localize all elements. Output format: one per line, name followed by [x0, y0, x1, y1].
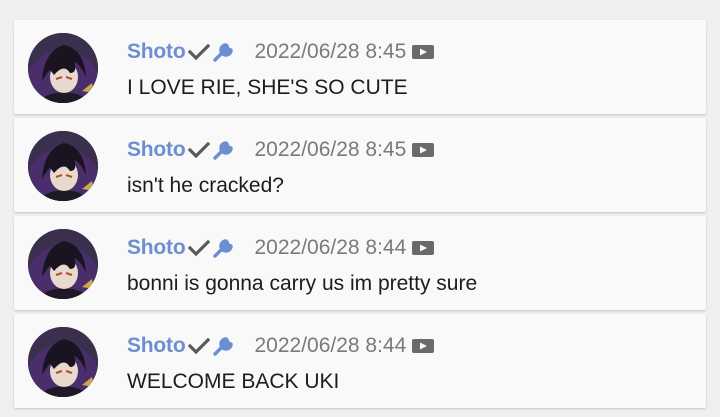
comment-header: Shoto 2022/06/28 8:44: [127, 333, 435, 359]
comment-header: Shoto 2022/06/28 8:44: [127, 235, 435, 261]
avatar[interactable]: [28, 33, 98, 103]
comment-card: Shoto 2022/06/28 8:44 bonni is gonna car…: [14, 216, 706, 310]
check-icon: [188, 43, 211, 61]
video-icon[interactable]: [411, 141, 435, 159]
author-name[interactable]: Shoto: [127, 40, 186, 64]
check-icon: [188, 141, 211, 159]
comment-feed: Shoto 2022/06/28 8:45 I LOVE RIE, SHE'S …: [0, 0, 720, 417]
timestamp: 2022/06/28 8:45: [254, 40, 407, 63]
video-icon[interactable]: [411, 337, 435, 355]
avatar[interactable]: [28, 131, 98, 201]
comment-message: I LOVE RIE, SHE'S SO CUTE: [127, 76, 408, 99]
wrench-icon: [212, 237, 236, 259]
video-icon[interactable]: [411, 239, 435, 257]
wrench-icon: [212, 335, 236, 357]
avatar[interactable]: [28, 229, 98, 299]
comment-header: Shoto 2022/06/28 8:45: [127, 137, 435, 163]
comment-message: WELCOME BACK UKI: [127, 370, 340, 393]
wrench-icon: [212, 139, 236, 161]
timestamp: 2022/06/28 8:44: [254, 334, 407, 357]
author-name[interactable]: Shoto: [127, 236, 186, 260]
comment-message: isn't he cracked?: [127, 174, 284, 197]
author-name[interactable]: Shoto: [127, 138, 186, 162]
comment-message: bonni is gonna carry us im pretty sure: [127, 272, 478, 295]
timestamp: 2022/06/28 8:45: [254, 138, 407, 161]
comment-card: Shoto 2022/06/28 8:45 I LOVE RIE, SHE'S …: [14, 20, 706, 114]
wrench-icon: [212, 41, 236, 63]
avatar-image: [28, 131, 98, 201]
check-icon: [188, 239, 211, 257]
video-icon[interactable]: [411, 43, 435, 61]
avatar-image: [28, 327, 98, 397]
avatar[interactable]: [28, 327, 98, 397]
timestamp: 2022/06/28 8:44: [254, 236, 407, 259]
check-icon: [188, 337, 211, 355]
author-name[interactable]: Shoto: [127, 334, 186, 358]
avatar-image: [28, 33, 98, 103]
avatar-image: [28, 229, 98, 299]
comment-header: Shoto 2022/06/28 8:45: [127, 39, 435, 65]
comment-card: Shoto 2022/06/28 8:44 WELCOME BACK UKI: [14, 314, 706, 408]
comment-card: Shoto 2022/06/28 8:45 isn't he cracked?: [14, 118, 706, 212]
